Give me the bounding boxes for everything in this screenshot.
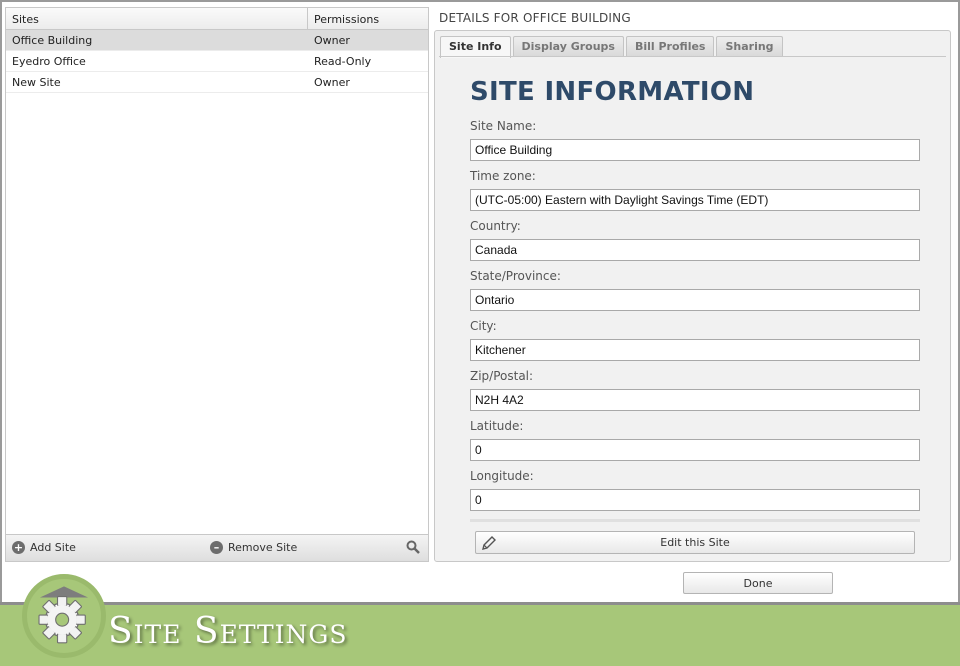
city-label: City:: [470, 319, 497, 333]
zip-postal-field[interactable]: [470, 389, 920, 411]
gear-icon: [38, 586, 89, 644]
site-name-cell: Eyedro Office: [12, 55, 86, 68]
permission-cell: Owner: [314, 34, 350, 47]
zip-postal-label: Zip/Postal:: [470, 369, 534, 383]
form-separator: [470, 519, 920, 522]
grid-header: Sites Permissions: [6, 8, 428, 30]
gear-icon-badge: [22, 574, 106, 658]
page-title: Site Settings: [108, 611, 348, 652]
search-icon[interactable]: [406, 540, 420, 554]
add-site-label: Add Site: [30, 541, 76, 554]
longitude-field[interactable]: [470, 489, 920, 511]
details-title: DETAILS FOR OFFICE BUILDING: [439, 11, 631, 25]
remove-site-button[interactable]: – Remove Site: [210, 541, 297, 554]
permission-cell: Read-Only: [314, 55, 372, 68]
plus-circle-icon: +: [12, 541, 25, 554]
edit-site-label: Edit this Site: [660, 536, 730, 549]
tab-divider: [439, 56, 946, 57]
table-row[interactable]: New Site Owner: [6, 72, 428, 93]
city-field[interactable]: [470, 339, 920, 361]
site-name-field[interactable]: [470, 139, 920, 161]
site-name-cell: Office Building: [12, 34, 93, 47]
sites-grid: Sites Permissions Office Building Owner …: [5, 7, 429, 562]
table-row[interactable]: Office Building Owner: [6, 30, 428, 51]
section-heading: SITE INFORMATION: [470, 77, 755, 107]
minus-circle-icon: –: [210, 541, 223, 554]
pencil-icon: [482, 536, 496, 550]
longitude-label: Longitude:: [470, 469, 534, 483]
site-info-form: SITE INFORMATION Site Name: Time zone: C…: [470, 77, 920, 554]
tab-display-groups[interactable]: Display Groups: [512, 36, 624, 57]
latitude-field[interactable]: [470, 439, 920, 461]
state-province-label: State/Province:: [470, 269, 561, 283]
time-zone-field[interactable]: [470, 189, 920, 211]
add-site-button[interactable]: + Add Site: [12, 541, 76, 554]
grid-footer-toolbar: + Add Site – Remove Site: [6, 534, 428, 561]
tab-bar: Site Info Display Groups Bill Profiles S…: [440, 36, 783, 58]
tab-sharing[interactable]: Sharing: [716, 36, 783, 57]
state-province-field[interactable]: [470, 289, 920, 311]
country-label: Country:: [470, 219, 521, 233]
remove-site-label: Remove Site: [228, 541, 298, 554]
table-row[interactable]: Eyedro Office Read-Only: [6, 51, 428, 72]
details-panel: Site Info Display Groups Bill Profiles S…: [434, 30, 951, 562]
tab-site-info[interactable]: Site Info: [440, 36, 511, 58]
tab-bill-profiles[interactable]: Bill Profiles: [625, 36, 715, 57]
column-header-permissions[interactable]: Permissions: [308, 8, 428, 29]
latitude-label: Latitude:: [470, 419, 524, 433]
column-header-sites[interactable]: Sites: [6, 8, 308, 29]
permission-cell: Owner: [314, 76, 350, 89]
edit-site-button[interactable]: Edit this Site: [475, 531, 915, 554]
done-button[interactable]: Done: [683, 572, 833, 594]
country-field[interactable]: [470, 239, 920, 261]
site-name-label: Site Name:: [470, 119, 537, 133]
time-zone-label: Time zone:: [470, 169, 536, 183]
site-name-cell: New Site: [12, 76, 61, 89]
